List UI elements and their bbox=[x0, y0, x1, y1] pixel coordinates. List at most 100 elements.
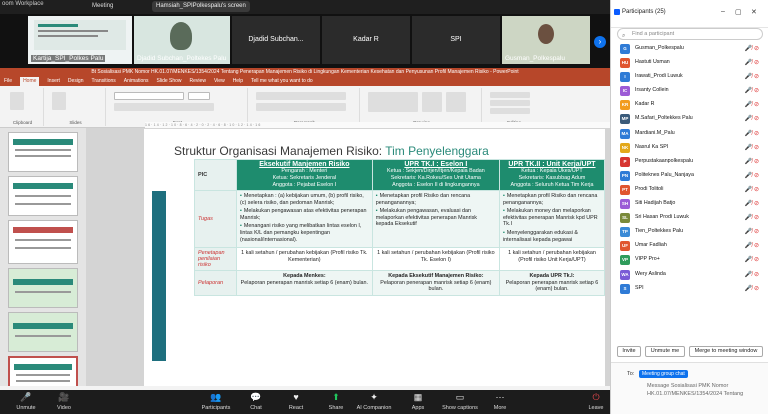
video-tile[interactable]: Kartija_SPI_Polkes Palu bbox=[28, 16, 132, 64]
slide-thumbnail[interactable] bbox=[8, 268, 78, 308]
slide-thumbnail[interactable] bbox=[8, 220, 78, 264]
meeting-label[interactable]: Meeting bbox=[92, 3, 113, 9]
row-label-tugas: Tugas bbox=[194, 189, 237, 249]
replace-button[interactable] bbox=[490, 100, 530, 106]
video-tile[interactable]: Djadid Subchan_Poltekes Palu bbox=[134, 16, 230, 64]
toolbar-label: Unmute bbox=[16, 405, 36, 411]
toolbar-unmute-button[interactable]: 🎤 Unmute bbox=[6, 392, 46, 411]
tab-animations[interactable]: Animations bbox=[124, 77, 149, 86]
participant-row[interactable]: KR Kadar R 🎤̸ ⊘ bbox=[611, 98, 768, 112]
participant-row[interactable]: WA Wery Aslinda 🎤̸ ⊘ bbox=[611, 268, 768, 282]
tab-review[interactable]: Review bbox=[190, 77, 206, 86]
paragraph-buttons[interactable] bbox=[256, 92, 346, 100]
arrange-icon[interactable] bbox=[422, 92, 442, 112]
video-tile[interactable]: Kadar R bbox=[322, 16, 410, 64]
participant-row[interactable]: NK Nasrul Ka SPI 🎤̸ ⊘ bbox=[611, 141, 768, 155]
tab-home[interactable]: Home bbox=[20, 77, 40, 86]
chat-recipient-dropdown[interactable]: Meeting group chat bbox=[639, 370, 688, 378]
avatar: G bbox=[620, 44, 630, 54]
horizontal-ruler: 16·14·12·10·8·6·4·2·0·2·4·6·8·10·12·14·1… bbox=[145, 122, 610, 128]
shapes-gallery[interactable] bbox=[368, 92, 418, 112]
participant-row[interactable]: VP VIPP Pro+ 🎤̸ ⊘ bbox=[611, 253, 768, 267]
table-cell: Kepada Menkes: Pelaporan penerapan manri… bbox=[236, 270, 373, 296]
toolbar-share-button[interactable]: ⬆ Share bbox=[316, 392, 356, 411]
participant-row[interactable]: MP M.Safari_Poltekkes Palu 🎤̸ ⊘ bbox=[611, 112, 768, 126]
muted-mic-icon: 🎤̸ ⊘ bbox=[744, 257, 759, 264]
current-slide[interactable]: Struktur Organisasi Manajemen Risiko: Ti… bbox=[144, 129, 605, 387]
font-size-dropdown[interactable] bbox=[188, 92, 210, 100]
toolbar-ai-companion-button[interactable]: ✦ AI Companion bbox=[354, 392, 394, 411]
invite-button[interactable]: Invite bbox=[617, 346, 641, 357]
muted-mic-icon: 🎤̸ ⊘ bbox=[744, 88, 759, 95]
unmute-me-button[interactable]: Unmute me bbox=[645, 346, 685, 357]
chat-input-area[interactable]: To: Meeting group chat Message Sosialisa… bbox=[611, 362, 768, 414]
video-tile[interactable]: Gusman_Polkespalu bbox=[502, 16, 590, 64]
participant-row[interactable]: PT Prodi Tolitoli 🎤̸ ⊘ bbox=[611, 183, 768, 197]
video-tile[interactable]: SPI bbox=[412, 16, 500, 64]
font-name-dropdown[interactable] bbox=[114, 92, 184, 100]
tell-me-box[interactable]: Tell me what you want to do bbox=[251, 77, 313, 86]
avatar: KR bbox=[620, 100, 630, 111]
video-gallery: Kartija_SPI_Polkes Palu Djadid Subchan_P… bbox=[0, 14, 610, 68]
report-target: Kepada Eksekutif Manajemen Risiko: bbox=[388, 273, 484, 280]
column-subtitle: Ketua : Kepala Ukes/UPT Sekretaris: Kasu… bbox=[510, 168, 594, 188]
report-body: Pelaporan penerapan manrisk setiap 6 (en… bbox=[505, 279, 599, 293]
paste-icon[interactable] bbox=[10, 92, 24, 110]
toolbar-show-captions-button[interactable]: ▭ Show captions bbox=[440, 392, 480, 411]
participant-row[interactable]: TP Tien_Poltekkes Palu 🎤̸ ⊘ bbox=[611, 225, 768, 239]
toolbar-react-button[interactable]: ♥ React bbox=[276, 392, 316, 411]
new-slide-icon[interactable] bbox=[52, 92, 66, 110]
tab-file[interactable]: File bbox=[4, 77, 12, 86]
participant-row[interactable]: P Perpustakaanpolkespalu 🎤̸ ⊘ bbox=[611, 155, 768, 169]
tab-slideshow[interactable]: Slide Show bbox=[157, 77, 182, 86]
participant-row[interactable]: G Gusman_Polkespalu 🎤̸ ⊘ bbox=[611, 42, 768, 56]
slide-thumbnails-pane bbox=[0, 128, 86, 396]
participant-search-input[interactable]: ⌕ Find a participant bbox=[617, 28, 763, 40]
toolbar-video-button[interactable]: 🎥 Video bbox=[44, 392, 84, 411]
list-item: Melakukan pengawasan atas efektivitas pe… bbox=[240, 208, 369, 221]
close-icon[interactable]: ✕ bbox=[751, 8, 757, 16]
tab-help[interactable]: Help bbox=[233, 77, 243, 86]
next-page-arrow-icon[interactable]: › bbox=[594, 36, 606, 48]
participant-row[interactable]: SL Sri Hasan Prodi Luwuk 🎤̸ ⊘ bbox=[611, 211, 768, 225]
participant-row[interactable]: MA Mardiani.M_Palu 🎤̸ ⊘ bbox=[611, 127, 768, 141]
avatar: S bbox=[620, 283, 630, 294]
participant-row[interactable]: SH Siti Hadijah Batjo 🎤̸ ⊘ bbox=[611, 197, 768, 211]
tab-design[interactable]: Design bbox=[68, 77, 84, 86]
toolbar-label: Video bbox=[57, 405, 71, 411]
toolbar-chat-button[interactable]: 💬 Chat bbox=[236, 392, 276, 411]
slide-thumbnail[interactable] bbox=[8, 312, 78, 352]
font-format-buttons[interactable] bbox=[114, 103, 214, 111]
participant-row[interactable]: IC Irsanty Collein 🎤̸ ⊘ bbox=[611, 84, 768, 98]
participant-row[interactable]: HU Hastuti Usman 🎤̸ ⊘ bbox=[611, 56, 768, 70]
tile-name: Kartija_SPI_Polkes Palu bbox=[31, 55, 106, 62]
select-button[interactable] bbox=[490, 108, 530, 114]
chat-message-input[interactable]: Message Sosialisasi PMK Nomor HK.01.07/M… bbox=[647, 382, 765, 398]
find-button[interactable] bbox=[490, 92, 530, 98]
tab-transitions[interactable]: Transitions bbox=[92, 77, 116, 86]
merge-to-meeting-window-button[interactable]: Merge to meeting window bbox=[689, 346, 763, 357]
muted-mic-icon: 🎤̸ ⊘ bbox=[744, 215, 759, 222]
muted-mic-icon: 🎤̸ ⊘ bbox=[744, 102, 759, 109]
toolbar-apps-button[interactable]: ▦ Apps bbox=[398, 392, 438, 411]
maximize-icon[interactable]: ▢ bbox=[735, 8, 742, 16]
tab-insert[interactable]: Insert bbox=[47, 77, 60, 86]
column-header-upr-tk1: UPR TK.I : Eselon I Ketua : Sekjen/Dirje… bbox=[371, 159, 500, 191]
quick-styles-icon[interactable] bbox=[446, 92, 466, 112]
tab-view[interactable]: View bbox=[214, 77, 225, 86]
alignment-buttons[interactable] bbox=[256, 103, 346, 111]
toolbar-participants-button[interactable]: 👥 Participants bbox=[196, 392, 236, 411]
video-tile[interactable]: Djadid Subchan... bbox=[232, 16, 320, 64]
participant-row[interactable]: I Irawati_Prodi Luwuk 🎤̸ ⊘ bbox=[611, 70, 768, 84]
slide-thumbnail[interactable] bbox=[8, 176, 78, 216]
participant-row[interactable]: S SPI 🎤̸ ⊘ bbox=[611, 282, 768, 296]
minimize-icon[interactable]: – bbox=[721, 8, 725, 15]
slide-thumbnail[interactable] bbox=[8, 132, 78, 172]
participant-row[interactable]: UF Umar Fadliah 🎤̸ ⊘ bbox=[611, 239, 768, 253]
toolbar-leave-button[interactable]: ⏻ Leave bbox=[576, 392, 616, 411]
ppt-ribbon-tabs: File Home Insert Design Transitions Anim… bbox=[0, 77, 610, 86]
screen-share-indicator[interactable]: Hamsiah_SPIPolkespalu's screen bbox=[152, 1, 250, 12]
toolbar-more-button[interactable]: ⋯ More bbox=[480, 392, 520, 411]
row-label-pelaporan: Pelaporan bbox=[194, 270, 237, 296]
participant-row[interactable]: PN Politeknes Palu_Nanjaya 🎤̸ ⊘ bbox=[611, 169, 768, 183]
